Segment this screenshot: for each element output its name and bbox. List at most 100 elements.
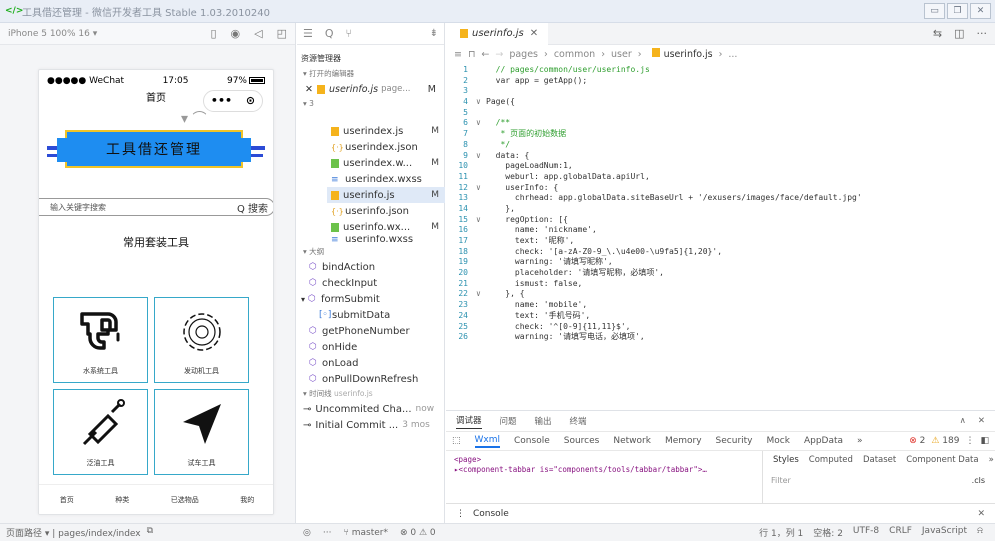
code-line[interactable]: 23 name: 'mobile', bbox=[446, 300, 995, 311]
folder-header[interactable]: ▾ 3 bbox=[297, 97, 444, 111]
branch-indicator[interactable]: ⑂ master* bbox=[344, 528, 389, 538]
file-item[interactable]: ≡ userinfo.wxss bbox=[327, 235, 445, 243]
code-line[interactable]: 21 ismust: false, bbox=[446, 279, 995, 290]
code-line[interactable]: 25 check: '^[0-9]{11,11}$', bbox=[446, 322, 995, 333]
source-control-icon[interactable]: ⑂ bbox=[346, 27, 353, 40]
code-line[interactable]: 20 placeholder: '请填写昵称，必填项', bbox=[446, 268, 995, 279]
wxml-tree[interactable]: <page> ▸<component-tabbar is="components… bbox=[454, 455, 707, 475]
tab-problems[interactable]: 问题 bbox=[500, 415, 517, 427]
editor-tab[interactable]: userinfo.js ✕ bbox=[446, 22, 549, 45]
tab-security[interactable]: Security bbox=[716, 436, 753, 446]
tab-mine[interactable]: 我的 bbox=[240, 495, 254, 505]
code-line[interactable]: 8 */ bbox=[446, 140, 995, 151]
record-icon[interactable]: ◉ bbox=[231, 27, 241, 40]
outline-item[interactable]: [◦] submitData bbox=[297, 307, 444, 323]
code-line[interactable]: 19 warning: '请填写昵称', bbox=[446, 257, 995, 268]
close-icon[interactable]: ✕ bbox=[978, 416, 985, 426]
code-line[interactable]: 6 ∨ /** bbox=[446, 118, 995, 129]
close-icon[interactable]: ✕ bbox=[977, 509, 985, 519]
code-line[interactable]: 12 ∨ userInfo: { bbox=[446, 183, 995, 194]
split-icon[interactable]: ⇟ bbox=[430, 28, 438, 39]
search-input[interactable]: 输入关键字搜索 Q 搜索 bbox=[39, 198, 273, 216]
file-item[interactable]: userinfo.js M bbox=[327, 187, 445, 203]
code-line[interactable]: 15 ∨ regOption: [{ bbox=[446, 215, 995, 226]
forward-icon[interactable]: → bbox=[495, 49, 503, 60]
more-tabs[interactable]: » bbox=[857, 436, 863, 446]
cls-button[interactable]: .cls bbox=[972, 476, 985, 485]
outline-item[interactable]: ▾ ⬡ formSubmit bbox=[297, 291, 444, 307]
device-select[interactable]: iPhone 5 100% 16 ▾ bbox=[8, 29, 97, 39]
code-line[interactable]: 11 weburl: app.globalData.apiUrl, bbox=[446, 172, 995, 183]
tab-home[interactable]: 首页 bbox=[60, 495, 74, 505]
outline-item[interactable]: ⬡ checkInput bbox=[297, 275, 444, 291]
problems-indicator[interactable]: ⊗ 0 ⚠ 0 bbox=[400, 528, 436, 538]
code-line[interactable]: 16 name: 'nickname', bbox=[446, 225, 995, 236]
tab-dataset[interactable]: Dataset bbox=[863, 455, 896, 469]
files-icon[interactable]: ☰ bbox=[303, 27, 313, 40]
file-item[interactable]: ≡ userindex.wxss bbox=[327, 171, 445, 187]
drawer-menu-icon[interactable]: ⋮ bbox=[456, 509, 465, 519]
timeline-item[interactable]: ⊸ Uncommited Cha... now bbox=[297, 401, 444, 417]
outline-item[interactable]: ⬡ onLoad bbox=[297, 355, 444, 371]
warning-badge[interactable]: ⚠ 189 bbox=[931, 436, 959, 446]
open-editor-item[interactable]: ✕ userinfo.js page... M bbox=[297, 81, 444, 97]
inspect-icon[interactable]: ⬚ bbox=[452, 436, 461, 446]
page-path[interactable]: 页面路径 ▾ | pages/index/index bbox=[6, 526, 141, 539]
outline-item[interactable]: ⬡ onHide bbox=[297, 339, 444, 355]
tab-memory[interactable]: Memory bbox=[665, 436, 702, 446]
code-line[interactable]: 4 ∨ Page({ bbox=[446, 97, 995, 108]
file-item[interactable]: userindex.js M bbox=[327, 123, 445, 139]
maximize-button[interactable]: ❐ bbox=[947, 3, 968, 19]
tab-styles[interactable]: Styles bbox=[773, 455, 799, 469]
tab-network[interactable]: Network bbox=[613, 436, 651, 446]
notification-icon[interactable]: ⍾ bbox=[977, 526, 983, 539]
outline-header[interactable]: ▾ 大纲 bbox=[297, 245, 444, 259]
code-line[interactable]: 17 text: '昵称', bbox=[446, 236, 995, 247]
code-line[interactable]: 10 pageLoadNum:1, bbox=[446, 161, 995, 172]
error-badge[interactable]: ⊗ 2 bbox=[909, 436, 925, 446]
code-line[interactable]: 22 ∨ }, { bbox=[446, 289, 995, 300]
code-line[interactable]: 2 var app = getApp(); bbox=[446, 76, 995, 87]
code-line[interactable]: 13 chrhead: app.globalData.siteBaseUrl +… bbox=[446, 193, 995, 204]
tab-component-data[interactable]: Component Data bbox=[906, 455, 978, 469]
file-item[interactable]: userinfo.wx... M bbox=[327, 219, 445, 235]
compare-icon[interactable]: ⇆ bbox=[933, 27, 942, 40]
list-icon[interactable]: ≡ bbox=[454, 49, 462, 60]
file-item[interactable]: userindex.w... M bbox=[327, 155, 445, 171]
tab-mock[interactable]: Mock bbox=[767, 436, 790, 446]
code-area[interactable]: 1 // pages/common/user/userinfo.js 2 var … bbox=[446, 63, 995, 343]
code-line[interactable]: 3 bbox=[446, 86, 995, 97]
indent-setting[interactable]: 空格: 2 bbox=[813, 526, 843, 539]
search-button[interactable]: Q 搜索 bbox=[237, 200, 268, 215]
language-mode[interactable]: JavaScript bbox=[922, 526, 967, 539]
close-icon[interactable]: ✕ bbox=[530, 28, 538, 39]
timeline-item[interactable]: ⊸ Initial Commit ... 3 mos bbox=[297, 417, 444, 433]
code-line[interactable]: 18 check: '[a-zA-Z0-9_\.\u4e00-\u9fa5]{1… bbox=[446, 247, 995, 258]
bookmark-icon[interactable]: ⊓ bbox=[468, 49, 475, 60]
tool-item[interactable]: 水系统工具 bbox=[53, 297, 148, 383]
file-item[interactable]: {·} userinfo.json bbox=[327, 203, 445, 219]
tab-selected[interactable]: 已选物品 bbox=[171, 495, 199, 505]
tab-output[interactable]: 输出 bbox=[535, 415, 552, 427]
search-icon[interactable]: Q bbox=[325, 27, 334, 40]
open-editors-header[interactable]: ▾ 打开的编辑器 bbox=[297, 67, 444, 81]
code-line[interactable]: 24 text: '手机号码', bbox=[446, 311, 995, 322]
menu-icon[interactable]: ⋮ bbox=[965, 436, 974, 446]
minimize-button[interactable]: ▭ bbox=[924, 3, 945, 19]
more-icon[interactable]: ··· bbox=[323, 528, 332, 538]
filter-input[interactable]: Filter .cls bbox=[771, 473, 995, 487]
outline-item[interactable]: ⬡ bindAction bbox=[297, 259, 444, 275]
code-line[interactable]: 26 warning: '请填写电话，必填项', bbox=[446, 332, 995, 343]
cursor-position[interactable]: 行 1，列 1 bbox=[759, 526, 803, 539]
tab-computed[interactable]: Computed bbox=[809, 455, 853, 469]
tab-sources[interactable]: Sources bbox=[564, 436, 600, 446]
tool-item[interactable]: 泛油工具 bbox=[53, 389, 148, 475]
code-line[interactable]: 5 bbox=[446, 108, 995, 119]
code-line[interactable]: 1 // pages/common/user/userinfo.js bbox=[446, 65, 995, 76]
outline-item[interactable]: ⬡ onPullDownRefresh bbox=[297, 371, 444, 387]
console-tab[interactable]: Console bbox=[473, 509, 509, 519]
code-line[interactable]: 9 ∨ data: { bbox=[446, 151, 995, 162]
code-line[interactable]: 14 }, bbox=[446, 204, 995, 215]
dock-icon[interactable]: ◧ bbox=[980, 436, 989, 446]
split-editor-icon[interactable]: ◫ bbox=[954, 27, 964, 40]
